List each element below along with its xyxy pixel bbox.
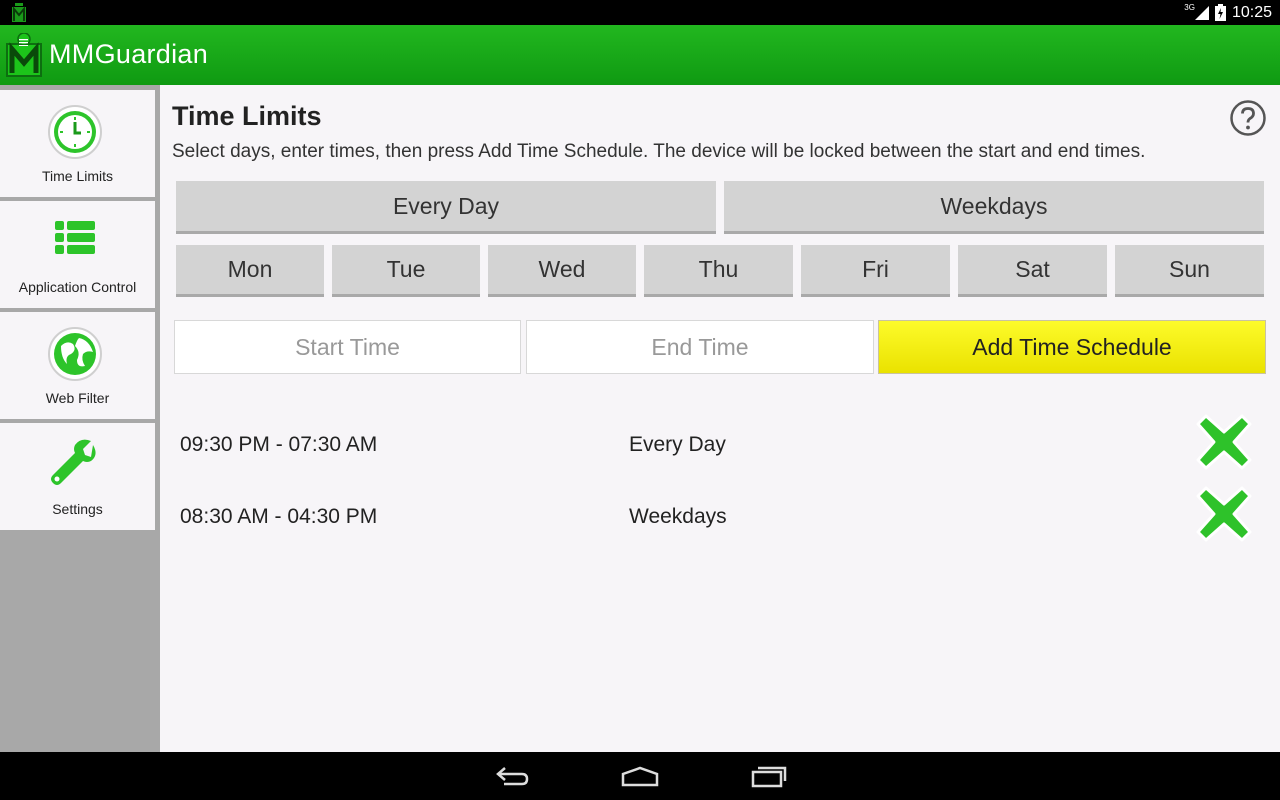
clock-icon <box>48 105 102 159</box>
signal-icon <box>1194 5 1209 20</box>
help-icon[interactable] <box>1229 99 1267 137</box>
sidebar-item-settings[interactable]: Settings <box>0 423 155 530</box>
mmguardian-notification-icon <box>12 3 26 22</box>
sidebar-item-label: Application Control <box>18 279 137 295</box>
recents-icon[interactable] <box>750 764 788 788</box>
sidebar-item-label: Settings <box>52 501 103 517</box>
instructions-text: Select days, enter times, then press Add… <box>172 141 1146 162</box>
clock: 10:25 <box>1231 3 1272 21</box>
status-icons: 3G 10:25 <box>1184 0 1272 25</box>
schedule-days: Every Day <box>629 433 726 456</box>
sidebar-item-label: Time Limits <box>41 168 114 184</box>
day-button-tue[interactable]: Tue <box>332 245 480 297</box>
back-icon[interactable] <box>494 764 530 788</box>
sidebar-item-label: Web Filter <box>45 390 110 406</box>
schedule-row: 09:30 PM - 07:30 AM Every Day <box>160 411 1280 481</box>
globe-icon <box>48 327 102 381</box>
schedule-time-range: 08:30 AM - 04:30 PM <box>180 505 378 528</box>
day-button-mon[interactable]: Mon <box>176 245 324 297</box>
schedule-time-range: 09:30 PM - 07:30 AM <box>180 433 378 456</box>
action-bar: MMGuardian <box>0 25 1280 85</box>
app-title: MMGuardian <box>49 39 209 69</box>
home-icon[interactable] <box>620 764 660 788</box>
sidebar-item-time-limits[interactable]: Time Limits <box>0 90 155 197</box>
system-nav-bar <box>0 752 1280 800</box>
sidebar: Time Limits Application Control Web Filt… <box>0 85 160 752</box>
list-icon <box>55 221 95 254</box>
weekdays-button[interactable]: Weekdays <box>724 181 1264 234</box>
start-time-field[interactable]: Start Time <box>174 320 521 374</box>
day-button-thu[interactable]: Thu <box>644 245 793 297</box>
schedule-row: 08:30 AM - 04:30 PM Weekdays <box>160 483 1280 553</box>
day-button-sat[interactable]: Sat <box>958 245 1107 297</box>
end-time-field[interactable]: End Time <box>526 320 874 374</box>
day-button-wed[interactable]: Wed <box>488 245 636 297</box>
day-button-sun[interactable]: Sun <box>1115 245 1264 297</box>
sidebar-item-application-control[interactable]: Application Control <box>0 201 155 308</box>
battery-icon <box>1214 4 1226 21</box>
status-bar: 3G 10:25 <box>0 0 1280 25</box>
day-button-fri[interactable]: Fri <box>801 245 950 297</box>
schedule-days: Weekdays <box>629 505 727 528</box>
main-content: Time Limits Select days, enter times, th… <box>160 85 1280 752</box>
delete-x-icon[interactable] <box>1194 484 1254 544</box>
menu-icon[interactable] <box>19 39 28 46</box>
delete-x-icon[interactable] <box>1194 412 1254 472</box>
every-day-button[interactable]: Every Day <box>176 181 716 234</box>
wrench-icon <box>51 439 96 485</box>
add-time-schedule-button[interactable]: Add Time Schedule <box>878 320 1266 374</box>
page-title: Time Limits <box>172 101 322 131</box>
sidebar-item-web-filter[interactable]: Web Filter <box>0 312 155 419</box>
network-type-label: 3G <box>1184 3 1195 12</box>
